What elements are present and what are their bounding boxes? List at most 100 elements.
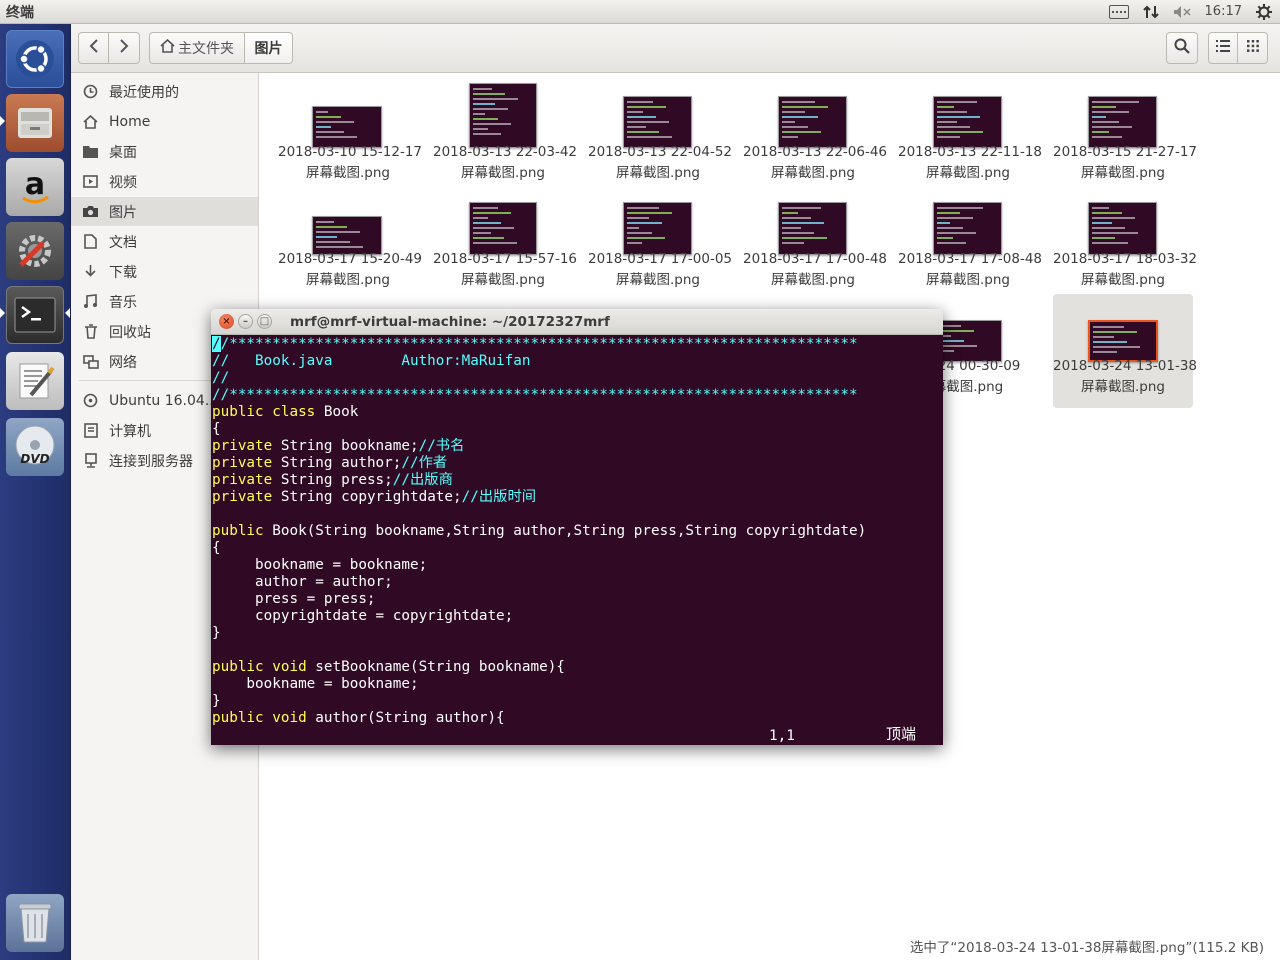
file-item[interactable]: 2018-03-17 15-20-49 屏幕截图.png	[278, 187, 422, 288]
home-icon	[82, 113, 99, 130]
thumbnail-text-line	[937, 126, 970, 128]
launcher: a DVD	[0, 24, 71, 960]
thumbnail-text-line	[1093, 346, 1140, 348]
file-item[interactable]: 2018-03-17 18-03-32 屏幕截图.png	[1053, 187, 1197, 288]
thumbnail-text-line	[473, 93, 505, 95]
file-item[interactable]: 2018-03-17 17-08-48 屏幕截图.png	[898, 187, 1042, 288]
breadcrumb-home[interactable]: 主文件夹	[149, 32, 245, 64]
thumbnail-text-line	[937, 111, 967, 113]
thumbnail-text-line	[627, 227, 639, 229]
terminal-body[interactable]: //**************************************…	[211, 335, 943, 745]
code-line: //	[212, 370, 943, 387]
power-gear-icon[interactable]	[1256, 3, 1272, 20]
close-button[interactable]: ×	[219, 314, 234, 329]
file-item[interactable]: 2018-03-10 15-12-17 屏幕截图.png	[278, 80, 422, 181]
file-name: 2018-03-17 17-00-48 屏幕截图.png	[743, 251, 888, 288]
code-token: public class	[212, 404, 316, 420]
code-line: bookname = bookname;	[212, 557, 943, 574]
file-item[interactable]: 2018-03-13 22-03-42 屏幕截图.png	[433, 80, 577, 181]
folder-icon	[82, 143, 99, 160]
file-thumbnail	[623, 202, 692, 255]
maximize-button[interactable]: □	[257, 314, 272, 329]
music-icon	[82, 293, 99, 310]
amazon-icon[interactable]: a	[6, 158, 64, 216]
sidebar-item-pictures[interactable]: 图片	[71, 197, 258, 226]
sidebar-item-desktop[interactable]: 桌面	[71, 137, 258, 166]
file-name: 2018-03-17 15-57-16 屏幕截图.png	[433, 251, 578, 288]
text-editor-icon[interactable]	[6, 352, 64, 410]
thumbnail-text-line	[473, 123, 511, 125]
thumbnail-text-line	[1092, 207, 1109, 209]
file-item[interactable]: 2018-03-15 21-27-17 屏幕截图.png	[1053, 80, 1197, 181]
file-item[interactable]: 2018-03-13 22-06-46 屏幕截图.png	[743, 80, 887, 181]
thumbnail-text-line	[937, 237, 953, 239]
network-arrows-icon[interactable]	[1142, 4, 1159, 20]
thumbnail-text-line	[1092, 111, 1129, 113]
trash-launcher-icon[interactable]	[6, 894, 64, 952]
sidebar-item-downloads[interactable]: 下载	[71, 257, 258, 286]
home-icon	[160, 38, 175, 57]
sidebar-item-videos[interactable]: 视频	[71, 167, 258, 196]
code-line: author = author;	[212, 574, 943, 591]
file-item[interactable]: 2018-03-17 17-00-05 屏幕截图.png	[588, 187, 732, 288]
clock[interactable]: 16:17	[1205, 4, 1242, 19]
sidebar-item-recent[interactable]: 最近使用的	[71, 77, 258, 106]
thumbnail-text-line	[782, 237, 827, 239]
code-token: private	[212, 438, 273, 454]
search-button[interactable]	[1166, 32, 1198, 64]
back-button[interactable]	[78, 32, 109, 64]
code-token: //出版商	[392, 472, 453, 488]
thumbnail-text-line	[1092, 242, 1128, 244]
selection-status: 选中了“2018-03-24 13-01-38屏幕截图.png”(115.2 K…	[909, 940, 1264, 956]
thumbnail-text-line	[937, 116, 980, 118]
keyboard-icon[interactable]	[1108, 4, 1129, 19]
code-token: //作者	[401, 455, 448, 471]
thumbnail-text-line	[782, 126, 808, 128]
thumbnail-text-line	[316, 121, 354, 123]
file-item-selected[interactable]: 2018-03-24 13-01-38 屏幕截图.png	[1053, 294, 1197, 408]
thumbnail-text-line	[782, 131, 821, 133]
files-icon[interactable]	[6, 94, 64, 152]
volume-muted-icon[interactable]	[1173, 5, 1191, 19]
code-line: // Book.java Author:MaRuifan	[212, 353, 943, 370]
terminal-window[interactable]: × – □ mrf@mrf-virtual-machine: ~/2017232…	[211, 309, 943, 745]
minimize-button[interactable]: –	[238, 314, 253, 329]
sidebar-item-documents[interactable]: 文档	[71, 227, 258, 256]
sidebar-item-home[interactable]: Home	[71, 107, 258, 136]
file-item[interactable]: 2018-03-17 15-57-16 屏幕截图.png	[433, 187, 577, 288]
dvd-icon[interactable]: DVD	[6, 418, 64, 476]
thumbnail-text-line	[627, 136, 672, 138]
file-item[interactable]: 2018-03-17 17-00-48 屏幕截图.png	[743, 187, 887, 288]
maximize-icon: □	[259, 315, 270, 327]
list-view-button[interactable]	[1208, 32, 1238, 64]
file-item[interactable]: 2018-03-13 22-04-52 屏幕截图.png	[588, 80, 732, 181]
thumbnail-text-line	[937, 345, 977, 347]
code-line: copyrightdate = copyrightdate;	[212, 608, 943, 625]
thumbnail-text-line	[316, 226, 347, 228]
minimize-icon: –	[243, 315, 248, 327]
thumbnail-text-line	[1093, 326, 1124, 328]
file-name: 2018-03-13 22-11-18 屏幕截图.png	[898, 144, 1043, 181]
thumbnail-text-line	[1092, 126, 1132, 128]
code-line: private String copyrightdate;//出版时间	[212, 489, 943, 506]
code-line: {	[212, 540, 943, 557]
file-thumbnail	[1088, 202, 1157, 255]
code-token: //书名	[418, 438, 465, 454]
terminal-titlebar[interactable]: × – □ mrf@mrf-virtual-machine: ~/2017232…	[211, 309, 943, 335]
thumbnail-text-line	[937, 131, 983, 133]
grid-view-button[interactable]	[1238, 32, 1268, 64]
terminal-icon[interactable]	[6, 286, 64, 344]
thumbnail-text-line	[1092, 237, 1115, 239]
breadcrumb-current-label: 图片	[254, 41, 283, 57]
breadcrumb-current[interactable]: 图片	[245, 32, 293, 64]
thumbnail-text-line	[627, 217, 649, 219]
thumbnail-text-line	[316, 246, 363, 248]
file-item[interactable]: 2018-03-13 22-11-18 屏幕截图.png	[898, 80, 1042, 181]
sidebar-item-label: Ubuntu 16.04...	[109, 392, 219, 409]
system-settings-icon[interactable]	[6, 222, 64, 280]
file-thumbnail	[623, 96, 692, 148]
ubuntu-dash-icon[interactable]	[6, 30, 64, 88]
svg-text:DVD: DVD	[20, 452, 49, 466]
forward-button[interactable]	[109, 32, 140, 64]
